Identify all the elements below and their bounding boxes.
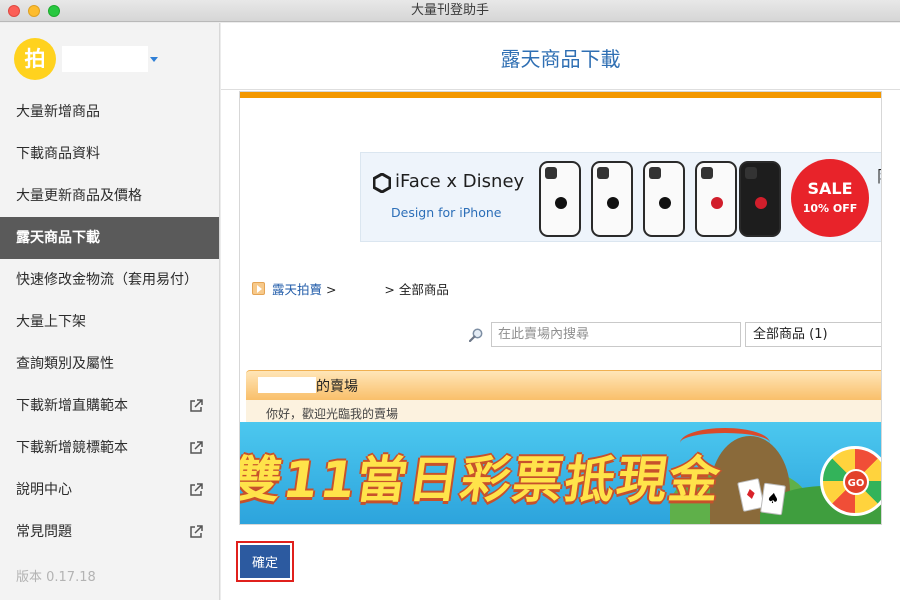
ad-banner[interactable]: iFace x Disney Design for iPhone SALE 10… (360, 152, 881, 242)
playing-card-icon: ♠ (760, 482, 786, 516)
sidebar-item-label: 下載商品資料 (16, 146, 100, 162)
sidebar-item-label: 大量更新商品及價格 (16, 188, 142, 204)
avatar[interactable]: 拍 (14, 38, 56, 80)
close-window-button[interactable] (8, 5, 20, 17)
sidebar-item-bulk-listing[interactable]: 大量上下架 (0, 301, 219, 343)
sidebar-item-label: 快速修改金物流（套用易付） (16, 272, 198, 288)
sidebar-item-label: 大量上下架 (16, 314, 86, 330)
sidebar-item-bulk-update[interactable]: 大量更新商品及價格 (0, 175, 219, 217)
external-link-icon (190, 483, 203, 496)
sidebar-item-help-center[interactable]: 說明中心 (0, 469, 219, 511)
prize-wheel[interactable]: GO (820, 446, 881, 516)
sidebar-item-label: 下載新增直購範本 (16, 398, 128, 414)
minimize-window-button[interactable] (28, 5, 40, 17)
store-header-title: 的賣場 (316, 379, 358, 395)
chevron-down-icon[interactable] (150, 57, 158, 62)
promo-headline: 雙11當日彩票抵現金 (240, 451, 726, 509)
breadcrumb-store-redacted[interactable] (340, 284, 381, 297)
search-icon[interactable] (469, 328, 483, 342)
banner-tagline: Design for iPhone (391, 205, 502, 220)
sidebar-item-label: 露天商品下載 (16, 230, 100, 246)
sidebar-item-label: 說明中心 (16, 482, 72, 498)
sidebar-item-quick-logistics[interactable]: 快速修改金物流（套用易付） (0, 259, 219, 301)
account-name-redacted[interactable] (62, 46, 148, 72)
external-link-icon (190, 399, 203, 412)
store-header-bar: 的賣場 (246, 370, 881, 400)
sidebar-item-auction-template[interactable]: 下載新增競標範本 (0, 427, 219, 469)
window-title: 大量刊登助手 (410, 3, 489, 18)
sale-badge: SALE 10% OFF (791, 159, 869, 237)
store-name-redacted (258, 377, 316, 393)
sidebar-item-faq[interactable]: 常見問題 (0, 511, 219, 553)
store-search-input[interactable] (491, 322, 741, 347)
header-accent-bar (240, 92, 881, 98)
sidebar-item-label: 常見問題 (16, 524, 72, 540)
breadcrumb-ruten-link[interactable]: 露天拍賣 (272, 282, 322, 297)
phone-case-image (643, 161, 685, 237)
sale-badge-discount: 10% OFF (802, 202, 858, 215)
store-webview[interactable]: iFace x Disney Design for iPhone SALE 10… (239, 91, 882, 525)
play-icon (252, 282, 265, 295)
phone-case-image (695, 161, 737, 237)
promo-banner[interactable]: ♦ ♠ GO 雙11當日彩票抵現金 (240, 422, 881, 524)
version-label: 版本 0.17.18 (16, 570, 96, 585)
breadcrumb-separator: > (322, 282, 341, 297)
main-panel: 露天商品下載 iFace x Disney Design for iPhone … (221, 23, 900, 600)
sidebar: 拍 大量新增商品 下載商品資料 大量更新商品及價格 露天商品下載 快速修改金物流… (0, 23, 220, 600)
sidebar-item-ruten-download[interactable]: 露天商品下載 (0, 217, 219, 259)
sale-badge-title: SALE (807, 179, 853, 198)
external-link-icon (190, 441, 203, 454)
page-title: 露天商品下載 (500, 47, 621, 71)
prize-wheel-go: GO (843, 469, 869, 495)
store-welcome-text: 你好，歡迎光臨我的賣場 (246, 400, 881, 422)
category-select[interactable]: 全部商品 (1) (745, 322, 881, 347)
phone-case-image (739, 161, 781, 237)
phone-case-image (591, 161, 633, 237)
sidebar-item-download-data[interactable]: 下載商品資料 (0, 133, 219, 175)
breadcrumb: 露天拍賣 > > 全部商品 (272, 279, 449, 298)
banner-brand: iFace x Disney (395, 171, 525, 192)
breadcrumb-current: 全部商品 (398, 282, 449, 297)
phone-case-image (539, 161, 581, 237)
sidebar-item-bulk-add[interactable]: 大量新增商品 (0, 91, 219, 133)
banner-tail-text: 限 (877, 163, 881, 187)
sidebar-item-label: 查詢類別及屬性 (16, 356, 114, 372)
sidebar-item-direct-template[interactable]: 下載新增直購範本 (0, 385, 219, 427)
confirm-button[interactable]: 確定 (240, 545, 290, 578)
sidebar-item-query-category[interactable]: 查詢類別及屬性 (0, 343, 219, 385)
title-divider (221, 89, 900, 90)
iface-logo-icon (373, 173, 391, 193)
sidebar-item-label: 大量新增商品 (16, 104, 100, 120)
sidebar-item-label: 下載新增競標範本 (16, 440, 128, 456)
zoom-window-button[interactable] (48, 5, 60, 17)
external-link-icon (190, 525, 203, 538)
breadcrumb-separator: > (380, 282, 399, 297)
title-bar: 大量刊登助手 (0, 0, 900, 22)
